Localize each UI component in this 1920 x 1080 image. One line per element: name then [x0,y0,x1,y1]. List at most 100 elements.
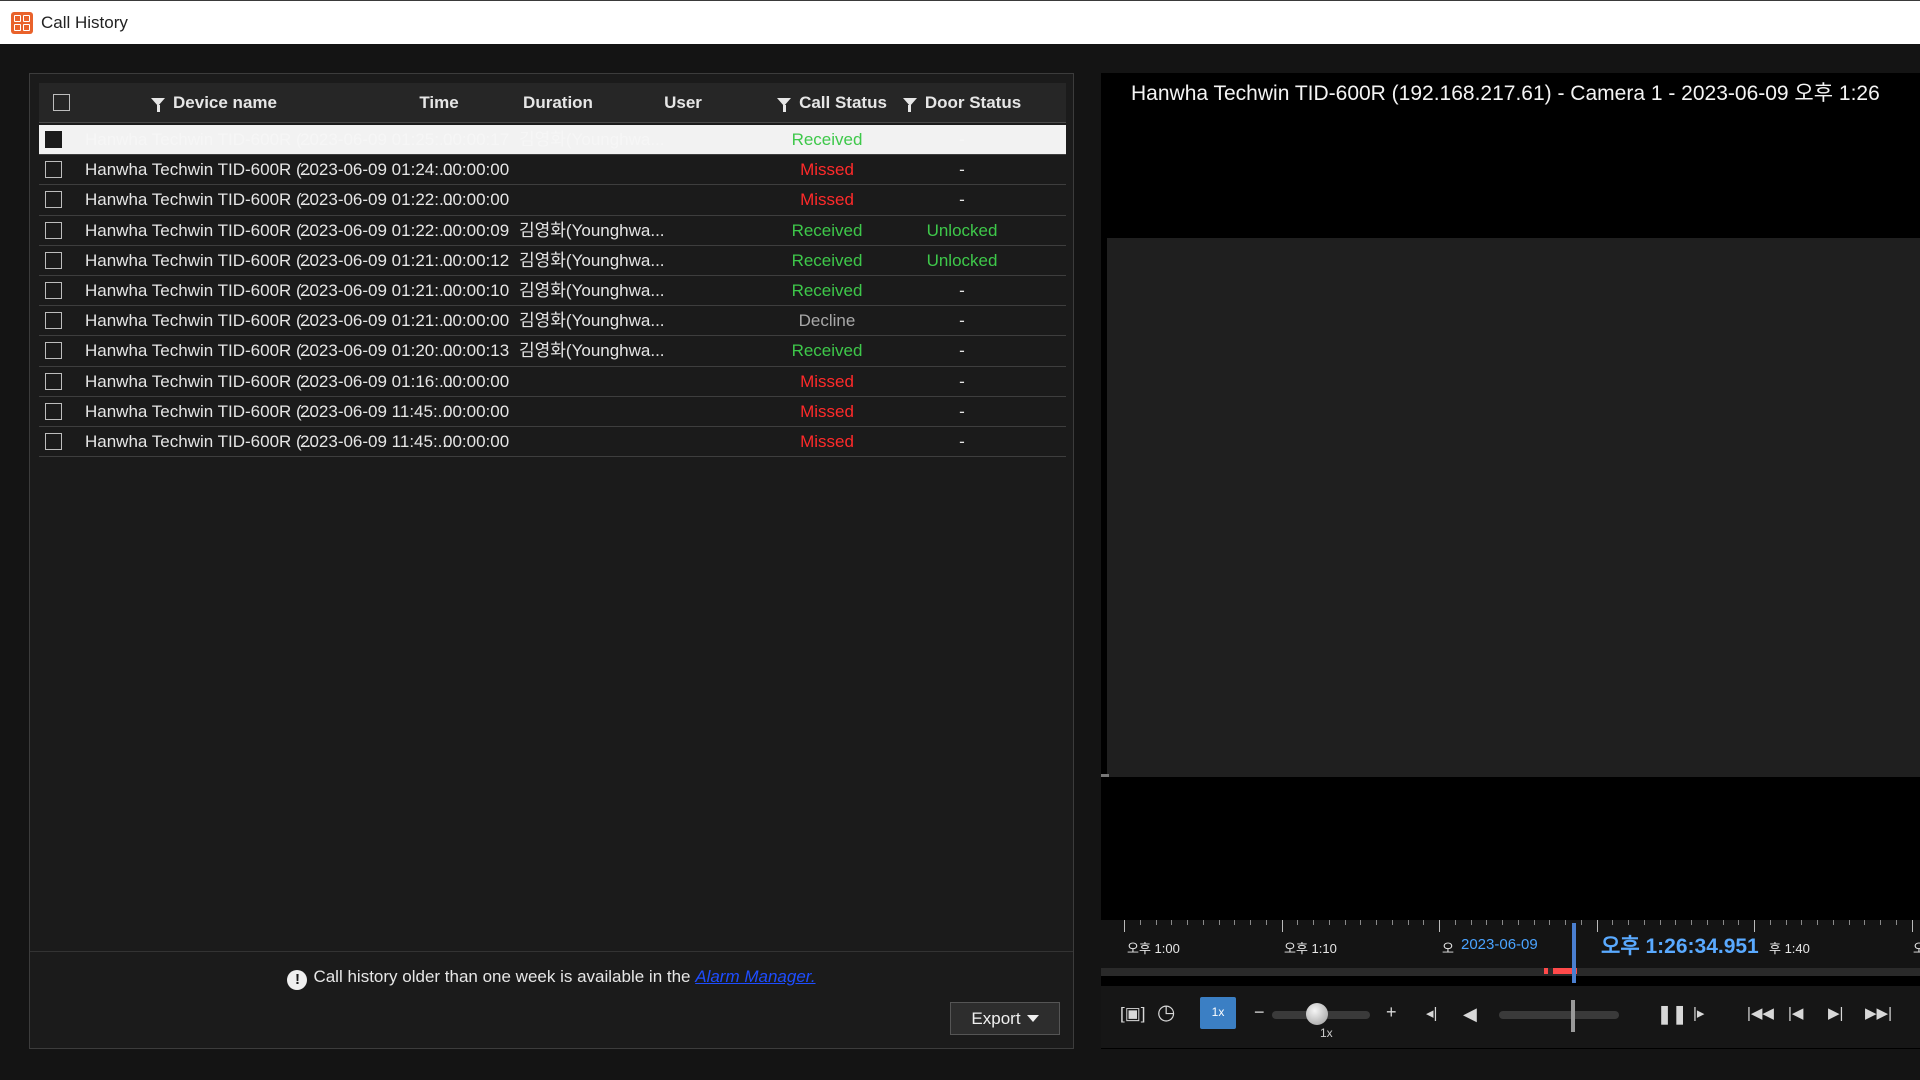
filter-icon[interactable] [902,98,917,112]
filter-icon[interactable] [151,98,166,112]
speed-slider-knob[interactable] [1306,1003,1328,1025]
cell-user: 김영화(Younghwa... [519,341,665,361]
export-button[interactable]: Export [950,1002,1060,1035]
cell-door-status: Unlocked [926,250,998,270]
table-row[interactable]: Hanwha Techwin TID-600R (... 2023-06-09 0… [39,276,1066,307]
cell-duration: 00:00:00 [443,401,510,421]
table-row[interactable]: Hanwha Techwin TID-600R (... 2023-06-09 0… [39,155,1066,186]
cell-user: 김영화(Younghwa... [519,280,665,300]
timeline-tick [1171,920,1173,925]
cell-time: 2023-06-09 11:45:... [300,401,452,421]
cell-device-name: Hanwha Techwin TID-600R (... [85,280,316,300]
timeline-tick [1785,920,1787,925]
zoom-out-icon[interactable]: − [1254,1002,1265,1023]
timeline-tick [1360,920,1362,925]
timeline-tick [1218,920,1220,925]
cell-duration: 00:00:10 [443,280,510,300]
shuttle-slider[interactable] [1499,1011,1619,1019]
timeline-tick [1155,920,1157,925]
cell-duration: 00:00:09 [443,220,510,240]
select-all-checkbox[interactable] [53,94,70,111]
row-checkbox[interactable] [45,402,62,420]
timeline-cursor[interactable] [1572,923,1576,983]
timeline-tick [1328,920,1330,925]
cell-door-status: - [959,280,965,300]
row-checkbox[interactable] [45,432,62,450]
column-user[interactable]: User [648,83,718,123]
column-call-status[interactable]: Call Status [772,83,892,123]
timeline-tick [1580,920,1582,925]
table-row[interactable]: Hanwha Techwin TID-600R (... 2023-06-09 0… [39,306,1066,337]
reverse-play-icon[interactable]: ◀ [1463,1004,1477,1025]
table-row[interactable]: Hanwha Techwin TID-600R (... 2023-06-09 0… [39,216,1066,246]
cell-time: 2023-06-09 01:24:... [300,160,454,180]
column-duration[interactable]: Duration [508,83,608,123]
timeline-tick [1659,920,1661,925]
row-checkbox[interactable] [45,372,62,390]
column-time[interactable]: Time [384,83,494,123]
row-checkbox[interactable] [45,161,62,179]
timeline[interactable]: 오후 1:00 오후 1:10 오 2023-06-09 오후 1:26:34.… [1101,920,1920,983]
call-history-panel: Device name Time Duration User Call Stat… [29,73,1074,1049]
cell-duration: 00:00:12 [443,250,510,270]
skip-to-start-icon[interactable]: |◀◀ [1747,1004,1774,1022]
row-checkbox[interactable] [45,131,62,148]
cell-duration: 00:00:00 [443,190,510,210]
timeline-track[interactable] [1101,968,1920,976]
cell-door-status: Unlocked [926,220,998,240]
video-viewport[interactable] [1107,238,1920,777]
timeline-tick [1517,920,1519,925]
app-icon [11,11,33,34]
table-row[interactable]: Hanwha Techwin TID-600R (... 2023-06-09 0… [39,125,1066,156]
speed-toggle-button[interactable]: 1x [1200,997,1236,1029]
cell-time: 2023-06-09 01:25:... [300,130,454,149]
shuttle-knob[interactable] [1571,1000,1575,1032]
timeline-label: 후 1:40 [1769,941,1810,956]
window-title: Call History [41,12,128,32]
table-row[interactable]: Hanwha Techwin TID-600R (... 2023-06-09 0… [39,185,1066,216]
timeline-tick [1848,920,1850,925]
cell-duration: 00:00:00 [443,160,510,180]
timeline-tick [1265,920,1267,925]
alarm-manager-link[interactable]: Alarm Manager. [695,967,815,986]
timeline-tick [1832,920,1834,925]
fullscreen-icon[interactable]: [▣] [1120,1004,1146,1024]
row-checkbox[interactable] [45,342,62,360]
cell-time: 2023-06-09 01:22:... [300,190,454,210]
table-row[interactable]: Hanwha Techwin TID-600R (... 2023-06-09 0… [39,336,1066,367]
cell-user: 김영화(Younghwa... [519,220,665,240]
zoom-in-icon[interactable]: + [1386,1002,1397,1023]
filter-icon[interactable] [777,98,792,112]
timeline-tick [1423,920,1425,925]
clock-icon[interactable]: ◷ [1157,1000,1175,1025]
cell-door-status: - [959,311,965,331]
timeline-label: 오 [1442,941,1454,956]
row-checkbox[interactable] [45,251,62,269]
table-row[interactable]: Hanwha Techwin TID-600R (... 2023-06-09 0… [39,246,1066,276]
cell-time: 2023-06-09 01:21:... [300,280,454,300]
row-checkbox[interactable] [45,191,62,209]
previous-icon[interactable]: |◀ [1788,1004,1803,1022]
next-icon[interactable]: ▶| [1828,1004,1843,1022]
step-forward-icon[interactable]: |▸ [1693,1004,1704,1022]
row-checkbox[interactable] [45,281,62,299]
table-row[interactable]: Hanwha Techwin TID-600R (... 2023-06-09 1… [39,397,1066,427]
timeline-label: 오후 1:10 [1284,941,1337,956]
cell-user: 김영화(Younghwa... [519,130,665,149]
row-checkbox[interactable] [45,221,62,239]
table-row[interactable]: Hanwha Techwin TID-600R (... 2023-06-09 1… [39,427,1066,458]
step-back-icon[interactable]: ◂| [1426,1004,1437,1022]
table-row[interactable]: Hanwha Techwin TID-600R (... 2023-06-09 0… [39,367,1066,397]
cell-door-status: - [959,160,965,180]
playback-controls: [▣] ◷ 1x − + 1x ◂| ◀ ❚❚ |▸ |◀◀ |◀ ▶| ▶▶| [1101,986,1920,1048]
timeline-tick [1880,920,1881,925]
pause-icon[interactable]: ❚❚ [1657,1004,1687,1025]
timeline-tick [1187,920,1188,925]
skip-to-end-icon[interactable]: ▶▶| [1865,1004,1892,1022]
row-checkbox[interactable] [45,312,62,330]
column-door-status[interactable]: Door Status [897,83,1027,123]
timeline-tick [1628,920,1629,925]
cell-device-name: Hanwha Techwin TID-600R (... [85,220,316,240]
resize-handle[interactable] [1101,774,1109,777]
column-device-name[interactable]: Device name [139,83,289,123]
